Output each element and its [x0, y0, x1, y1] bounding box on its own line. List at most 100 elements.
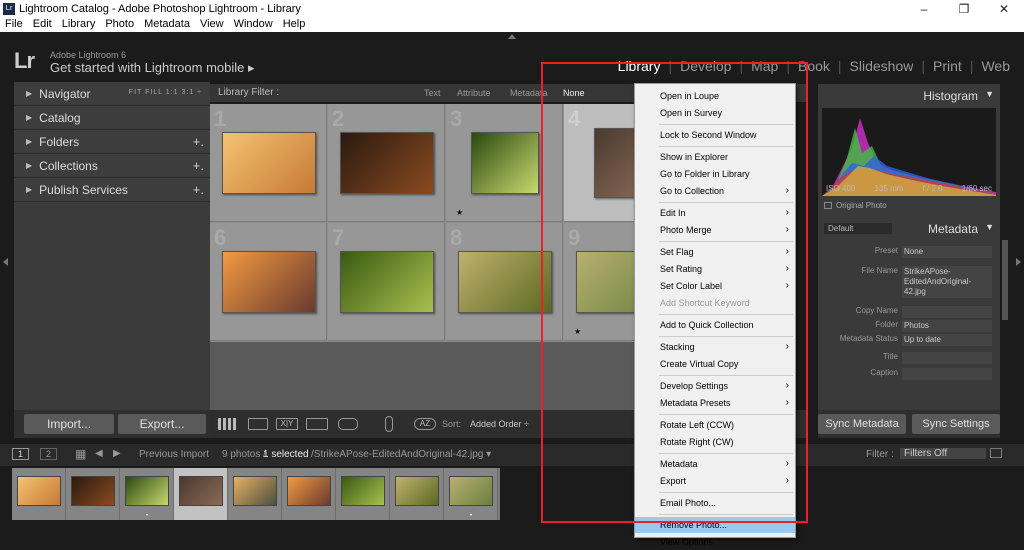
menu-library[interactable]: Library — [57, 17, 101, 32]
filmstrip-thumbnail[interactable] — [125, 476, 169, 506]
forward-arrow-icon[interactable]: ▶ — [113, 448, 121, 459]
filmstrip-thumbnail[interactable] — [233, 476, 277, 506]
metadata-value[interactable] — [902, 306, 992, 318]
collapse-histogram-icon[interactable]: ▼ — [985, 89, 994, 99]
module-print[interactable]: Print — [931, 58, 964, 74]
close-icon[interactable]: ✕ — [984, 2, 1024, 16]
loupe-view-icon[interactable] — [248, 418, 268, 430]
sort-dropdown[interactable]: Added Order ÷ — [470, 419, 529, 429]
export-button[interactable]: Export... — [118, 414, 206, 434]
metadata-value[interactable] — [902, 368, 992, 380]
back-arrow-icon[interactable]: ◀ — [95, 448, 103, 459]
sort-direction-icon[interactable]: AZ — [414, 418, 436, 430]
panel-publish-services[interactable]: ▶ Publish Services +. — [14, 178, 210, 202]
menu-file[interactable]: File — [0, 17, 28, 32]
panel-catalog[interactable]: ▶ Catalog — [14, 106, 210, 130]
maximize-icon[interactable]: ❐ — [944, 2, 984, 16]
left-panel: ▶ Navigator FIT FILL 1:1 3:1 ÷ ▶ Catalog ▶… — [14, 82, 210, 434]
second-window-button[interactable]: 2 — [40, 448, 58, 460]
filmstrip-cell[interactable] — [282, 468, 336, 520]
filmstrip-cell[interactable] — [66, 468, 120, 520]
filmstrip-thumbnail[interactable] — [449, 476, 493, 506]
menu-metadata[interactable]: Metadata — [139, 17, 195, 32]
menu-photo[interactable]: Photo — [100, 17, 139, 32]
grid-icon[interactable]: ▦ — [75, 447, 86, 461]
filmstrip-cell[interactable] — [228, 468, 282, 520]
grid-cell[interactable]: 7 — [328, 223, 445, 341]
filter-text[interactable]: Text — [424, 88, 441, 98]
metadata-value[interactable]: None — [902, 246, 992, 258]
compare-view-icon[interactable]: X|Y — [276, 418, 298, 430]
original-photo-toggle[interactable]: Original Photo — [824, 201, 887, 210]
people-view-icon[interactable] — [338, 418, 358, 430]
navigator-header[interactable]: ▶ Navigator FIT FILL 1:1 3:1 ÷ — [14, 82, 210, 106]
add-icon[interactable]: +. — [193, 182, 204, 197]
grid-cell[interactable]: 6 — [210, 223, 327, 341]
histogram-exif: ISO 400 135 mm f / 2.0 1/60 sec — [822, 184, 996, 193]
import-button[interactable]: Import... — [24, 414, 114, 434]
filmstrip-thumbnail[interactable] — [341, 476, 385, 506]
main-window-button[interactable]: 1 — [12, 448, 30, 460]
module-web[interactable]: Web — [979, 58, 1012, 74]
metadata-header[interactable]: Default Metadata ▼ — [818, 218, 1000, 238]
filmstrip-cell[interactable] — [174, 468, 228, 520]
painter-icon[interactable] — [385, 416, 393, 432]
menu-edit[interactable]: Edit — [28, 17, 57, 32]
photo-thumbnail[interactable] — [458, 251, 552, 313]
add-icon[interactable]: +. — [193, 134, 204, 149]
grid-cell[interactable]: 2 — [328, 104, 445, 222]
filmstrip-cell[interactable]: • — [120, 468, 174, 520]
photo-thumbnail[interactable] — [222, 251, 316, 313]
filmstrip-cell[interactable]: • — [444, 468, 498, 520]
collapse-metadata-icon[interactable]: ▼ — [985, 222, 994, 232]
module-separator: | — [837, 58, 842, 74]
photo-thumbnail[interactable] — [471, 132, 539, 194]
right-panel-scrollbar[interactable] — [1002, 240, 1008, 320]
grid-cell[interactable]: 1 — [210, 104, 327, 222]
filmstrip-thumbnail[interactable] — [179, 476, 223, 506]
metadata-key: Metadata Status — [839, 334, 898, 343]
collapse-left-icon[interactable] — [3, 258, 8, 266]
minimize-icon[interactable]: – — [904, 2, 944, 16]
histogram-header[interactable]: Histogram ▼ — [818, 84, 1000, 106]
filmstrip-thumbnail[interactable] — [287, 476, 331, 506]
filmstrip-thumbnail[interactable] — [395, 476, 439, 506]
metadata-value[interactable] — [902, 352, 992, 364]
metadata-value[interactable]: Photos — [902, 320, 992, 332]
collapse-top-icon[interactable] — [508, 34, 516, 39]
grid-view-icon[interactable] — [218, 418, 238, 430]
source-previous-import[interactable]: Previous Import — [139, 449, 209, 460]
metadata-value[interactable]: Up to date — [902, 334, 992, 346]
top-panel-toggle[interactable] — [0, 32, 1024, 42]
survey-view-icon[interactable] — [306, 418, 328, 430]
filmstrip-cell[interactable] — [390, 468, 444, 520]
menu-window[interactable]: Window — [229, 17, 278, 32]
metadata-preset-dropdown[interactable]: Default — [824, 223, 892, 234]
panel-collections[interactable]: ▶ Collections +. — [14, 154, 210, 178]
module-slideshow[interactable]: Slideshow — [848, 58, 916, 74]
panel-folders[interactable]: ▶ Folders +. — [14, 130, 210, 154]
photo-thumbnail[interactable] — [222, 132, 316, 194]
filmstrip-thumbnail[interactable] — [17, 476, 61, 506]
photo-thumbnail[interactable] — [340, 251, 434, 313]
filter-lock-icon[interactable] — [990, 448, 1002, 458]
selected-path[interactable]: /StrikeAPose-EditedAndOriginal-42.jpg ▾ — [311, 449, 491, 460]
photo-thumbnail[interactable] — [340, 132, 434, 194]
sync-metadata-button[interactable]: Sync Metadata — [818, 414, 906, 434]
filmstrip-cell[interactable] — [336, 468, 390, 520]
sync-settings-button[interactable]: Sync Settings — [912, 414, 1000, 434]
original-photo-checkbox[interactable] — [824, 202, 832, 210]
menu-help[interactable]: Help — [278, 17, 311, 32]
filter-dropdown[interactable]: Filters Off — [900, 448, 986, 459]
filmstrip-thumbnail[interactable] — [71, 476, 115, 506]
navigator-zoom-options[interactable]: FIT FILL 1:1 3:1 ÷ — [129, 89, 202, 96]
add-icon[interactable]: +. — [193, 158, 204, 173]
menu-view[interactable]: View — [195, 17, 229, 32]
cell-index: 7 — [332, 225, 345, 250]
menu-item-view-options[interactable]: View Options — [635, 534, 795, 550]
mobile-promo-link[interactable]: Get started with Lightroom mobile ▸ — [50, 60, 255, 76]
filter-attribute[interactable]: Attribute — [457, 88, 491, 98]
metadata-value[interactable]: StrikeAPose-EditedAndOriginal-42.jpg — [902, 266, 992, 298]
collapse-right-icon[interactable] — [1016, 258, 1021, 266]
filmstrip-cell[interactable] — [12, 468, 66, 520]
